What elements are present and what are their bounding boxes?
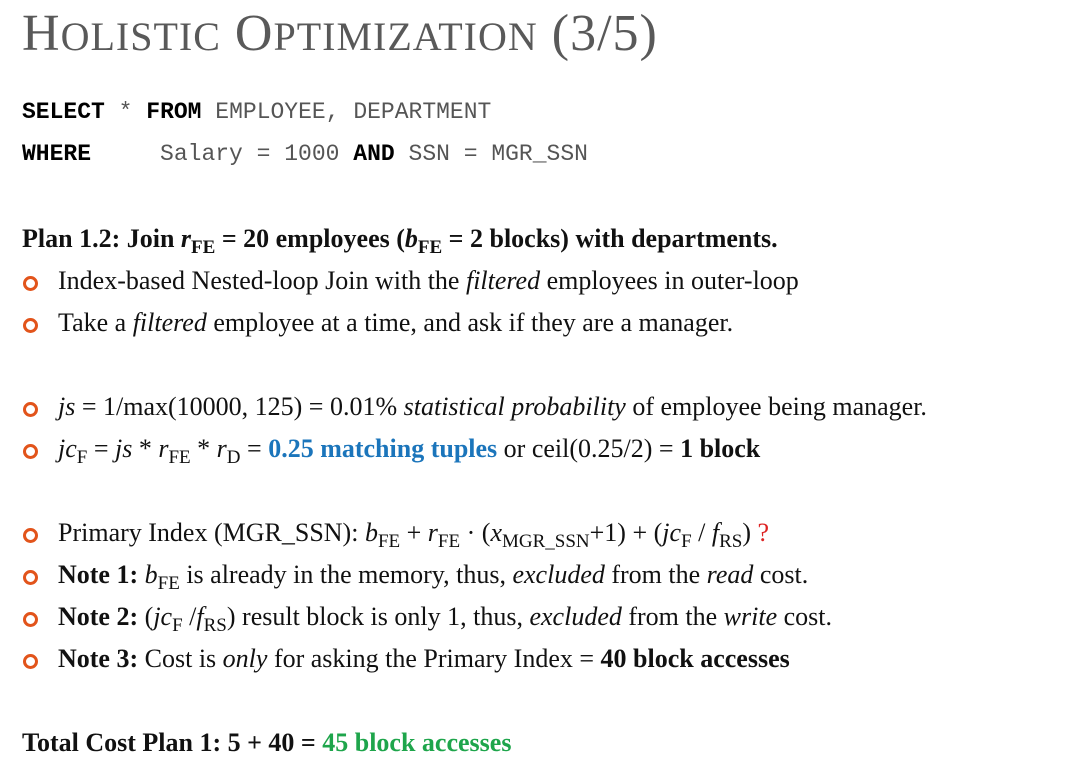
slide-title: HOLISTIC OPTIMIZATION (3/5) [22, 5, 658, 62]
bullet-item: jcF = js * rFE * rD = 0.25 matching tupl… [58, 434, 761, 468]
bullet-marker [23, 654, 38, 669]
bullet-item: Index-based Nested-loop Join with the fi… [58, 266, 799, 295]
bullet-marker [23, 402, 38, 417]
total-cost: Total Cost Plan 1: 5 + 40 = 45 block acc… [22, 728, 512, 757]
bullet-marker [23, 318, 38, 333]
bullet-marker [23, 276, 38, 291]
bullet-marker [23, 528, 38, 543]
bullet-marker [23, 570, 38, 585]
sql-select-line: SELECT * FROM EMPLOYEE, DEPARTMENT [22, 99, 492, 125]
bullet-item: Primary Index (MGR_SSN): bFE + rFE · (xM… [58, 518, 770, 552]
note-3: Note 3: Cost is only for asking the Prim… [58, 644, 790, 673]
sql-where-line: WHERE Salary = 1000 AND SSN = MGR_SSN [22, 141, 588, 167]
note-1: Note 1: bFE is already in the memory, th… [58, 560, 809, 594]
bullet-marker [23, 612, 38, 627]
bullet-item: js = 1/max(10000, 125) = 0.01% statistic… [58, 392, 927, 421]
plan-heading: Plan 1.2: Join rFE = 20 employees (bFE =… [22, 224, 778, 258]
bullet-marker [23, 444, 38, 459]
note-2: Note 2: (jcF /fRS) result block is only … [58, 602, 833, 636]
bullet-item: Take a filtered employee at a time, and … [58, 308, 734, 337]
